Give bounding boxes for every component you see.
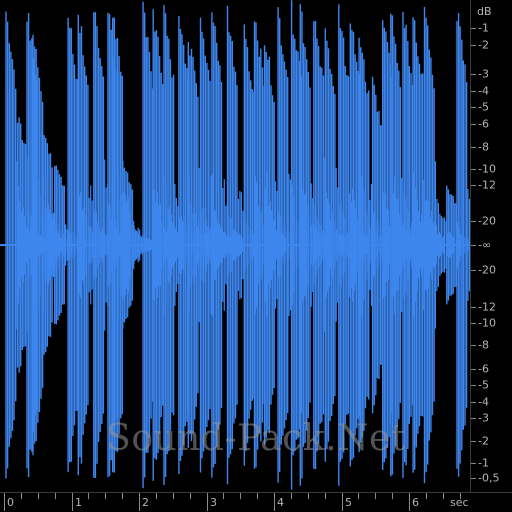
db-tick-label: -12 — [478, 300, 496, 314]
time-minor-tick — [55, 493, 56, 499]
db-tick — [471, 463, 476, 464]
db-tick — [471, 441, 476, 442]
db-tick — [471, 169, 476, 170]
time-minor-tick — [291, 493, 292, 499]
time-minor-tick — [190, 493, 191, 499]
time-minor-tick — [375, 493, 376, 499]
time-minor-tick — [460, 493, 461, 499]
time-minor-tick — [257, 493, 258, 499]
db-tick-label: -1 — [478, 21, 489, 35]
time-minor-tick — [223, 493, 224, 499]
time-tick — [409, 493, 410, 511]
db-tick-label: -2 — [478, 38, 489, 52]
db-tick — [471, 307, 476, 308]
db-tick-label: -∞ — [478, 238, 492, 252]
db-tick — [471, 478, 476, 479]
db-tick-label: -0,5 — [478, 471, 500, 485]
db-tick — [471, 270, 476, 271]
time-tick — [72, 493, 73, 511]
db-tick — [471, 107, 476, 108]
time-minor-tick — [325, 493, 326, 499]
db-tick — [471, 418, 476, 419]
db-tick-label: -4 — [478, 395, 489, 409]
waveform-svg[interactable] — [0, 0, 470, 492]
time-minor-tick — [358, 493, 359, 499]
time-tick-label: 1 — [75, 496, 82, 509]
time-tick — [207, 493, 208, 511]
time-tick-label: 2 — [142, 496, 149, 509]
db-tick — [471, 91, 476, 92]
db-tick — [471, 402, 476, 403]
time-tick-label: 0 — [7, 496, 14, 509]
time-tick-label: 3 — [210, 496, 217, 509]
db-tick-label: -10 — [478, 316, 496, 330]
time-tick — [274, 493, 275, 511]
db-scale: dB -1 -2 -3 -4 -5 -6 -8 -10 -12 -20 -∞ -20 -12 -10 -8 -… — [470, 0, 512, 492]
time-minor-tick — [240, 493, 241, 499]
time-tick-label: 5 — [345, 496, 352, 509]
time-minor-tick — [38, 493, 39, 499]
db-tick-label: -3 — [478, 411, 489, 425]
db-tick-label: -5 — [478, 378, 489, 392]
time-minor-tick — [173, 493, 174, 499]
time-tick — [4, 493, 5, 511]
time-minor-tick — [156, 493, 157, 499]
time-ruler[interactable]: sec 0123456 — [0, 492, 512, 512]
db-tick — [471, 221, 476, 222]
db-tick-label: -4 — [478, 84, 489, 98]
db-tick — [471, 45, 476, 46]
db-tick-label: -8 — [478, 338, 489, 352]
time-minor-tick — [105, 493, 106, 499]
db-tick — [471, 369, 476, 370]
db-tick-label: -10 — [478, 162, 496, 176]
db-tick-label: -20 — [478, 214, 496, 228]
db-tick-label: -12 — [478, 178, 496, 192]
db-tick-label: -2 — [478, 434, 489, 448]
db-tick — [471, 74, 476, 75]
waveform-editor: dB -1 -2 -3 -4 -5 -6 -8 -10 -12 -20 -∞ -20 -12 -10 -8-… — [0, 0, 512, 512]
db-tick — [471, 185, 476, 186]
time-minor-tick — [443, 493, 444, 499]
db-tick — [471, 385, 476, 386]
db-tick — [471, 124, 476, 125]
time-minor-tick — [88, 493, 89, 499]
db-tick-label: -1 — [478, 456, 489, 470]
db-tick — [471, 323, 476, 324]
db-tick — [471, 147, 476, 148]
time-tick-label: 4 — [277, 496, 284, 509]
time-minor-tick — [392, 493, 393, 499]
time-minor-tick — [21, 493, 22, 499]
time-tick-label: 6 — [412, 496, 419, 509]
db-tick-label: -5 — [478, 100, 489, 114]
db-tick — [471, 28, 476, 29]
time-minor-tick — [426, 493, 427, 499]
db-tick-label: -3 — [478, 67, 489, 81]
waveform-burst — [456, 13, 470, 477]
time-minor-tick — [122, 493, 123, 499]
waveform-display[interactable] — [0, 0, 470, 492]
db-tick-label: -6 — [478, 362, 489, 376]
time-tick — [139, 493, 140, 511]
time-tick — [342, 493, 343, 511]
time-minor-tick — [308, 493, 309, 499]
db-tick-label: -20 — [478, 263, 496, 277]
db-tick-label: -6 — [478, 117, 489, 131]
db-tick — [471, 345, 476, 346]
db-tick — [471, 245, 476, 246]
db-tick-label: -8 — [478, 140, 489, 154]
db-unit-label: dB — [477, 5, 492, 18]
